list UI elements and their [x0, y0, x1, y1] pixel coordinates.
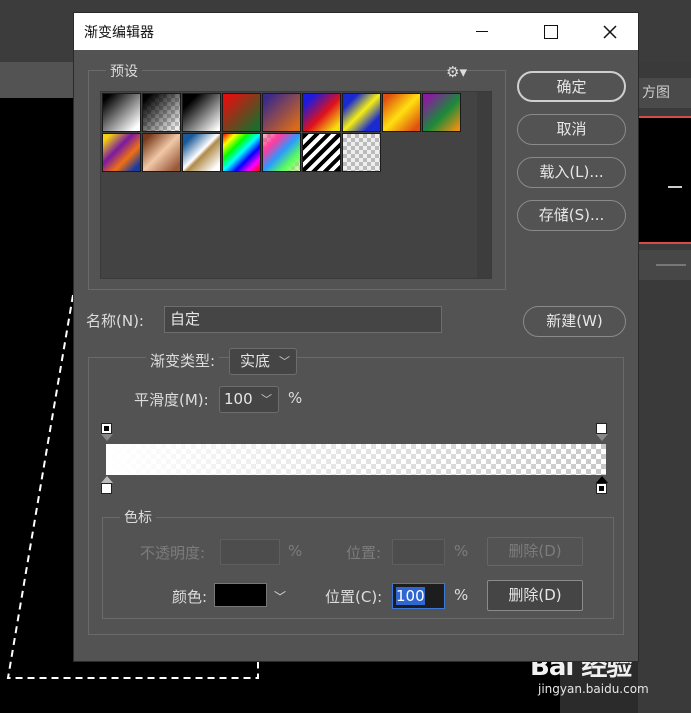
color-label: 颜色: [172, 588, 208, 606]
preset-swatch-yellow-violet-orange-blue[interactable] [102, 133, 141, 172]
dialog-title: 渐变编辑器 [84, 25, 154, 41]
color-stop-right-pointer [596, 476, 608, 483]
color-location-unit: % [454, 586, 469, 604]
color-location-value: 100 [396, 587, 425, 605]
load-button[interactable]: 载入(L)... [517, 157, 626, 188]
warning-icon [668, 178, 682, 188]
chevron-down-icon: ﹀ [261, 393, 272, 406]
opacity-label: 不透明度: [140, 544, 206, 562]
preset-swatch-transparent-stripes[interactable] [302, 133, 341, 172]
preset-swatch-grid [100, 91, 492, 279]
close-button[interactable] [582, 13, 638, 50]
opacity-stop-right[interactable] [596, 423, 607, 434]
smoothness-value: 100 [224, 390, 253, 408]
chevron-down-icon[interactable]: ﹀ [274, 588, 286, 605]
chevron-down-icon: ﹀ [279, 355, 290, 368]
titlebar[interactable]: 渐变编辑器 [74, 13, 638, 50]
panel-slider[interactable] [638, 250, 691, 280]
opacity-stop-left[interactable] [101, 423, 112, 434]
preset-swatch-orange-yellow-orange[interactable] [382, 93, 421, 132]
preset-swatch-red-green[interactable] [222, 93, 261, 132]
preset-swatch-blue-yellow-blue[interactable] [342, 93, 381, 132]
opacity-unit: % [288, 542, 303, 560]
panel-preview [638, 116, 691, 244]
color-location-field[interactable]: 100 [392, 583, 445, 609]
gear-icon[interactable]: ⚙▾ [446, 63, 467, 81]
color-location-label: 位置(C): [325, 588, 383, 606]
preset-swatch-transparent[interactable] [342, 133, 381, 172]
gradient-type-select[interactable]: 实底 ﹀ [229, 348, 297, 375]
panel-tab-histogram[interactable]: 方图 [638, 78, 691, 108]
opacity-location-field[interactable] [392, 539, 445, 565]
opacity-stop-left-pointer [101, 434, 113, 441]
color-stop-right[interactable] [596, 483, 607, 494]
watermark-url: jingyan.baidu.com [538, 682, 649, 696]
presets-label: 预设 [106, 61, 142, 81]
opacity-location-unit: % [454, 542, 469, 560]
smoothness-label: 平滑度(M): [134, 391, 209, 409]
smoothness-select[interactable]: 100 ﹀ [219, 386, 279, 413]
opacity-field[interactable] [220, 539, 280, 565]
opacity-stop-right-pointer [596, 434, 608, 441]
preset-swatch-black-white[interactable] [102, 93, 141, 132]
gradient-preview-bar[interactable] [106, 444, 606, 475]
preset-swatch-copper[interactable] [142, 133, 181, 172]
ok-button[interactable]: 确定 [517, 71, 626, 102]
close-icon [603, 25, 617, 39]
preset-swatch-black-transparent[interactable] [142, 93, 181, 132]
name-field[interactable]: 自定 [164, 306, 442, 333]
preset-swatch-black-white-2[interactable] [182, 93, 221, 132]
maximize-button[interactable] [522, 13, 578, 50]
color-stops-label: 色标 [120, 507, 156, 527]
preset-swatch-violet-orange[interactable] [262, 93, 301, 132]
opacity-delete-button[interactable]: 删除(D) [487, 537, 583, 566]
preset-swatch-chrome[interactable] [182, 133, 221, 172]
minimize-button[interactable] [454, 13, 510, 50]
name-label: 名称(N): [86, 312, 144, 330]
new-button[interactable]: 新建(W) [523, 306, 626, 337]
color-stop-left[interactable] [101, 483, 112, 494]
preset-swatch-transparent-rainbow[interactable] [262, 133, 301, 172]
cancel-button[interactable]: 取消 [517, 114, 626, 145]
gradient-type-value: 实底 [240, 352, 271, 370]
color-swatch[interactable] [214, 583, 267, 607]
color-stop-left-pointer [101, 476, 113, 483]
gradient-editor-dialog: 渐变编辑器 预设 ⚙▾ 确定 取消 载入(L)... 存储(S)... 名称(N… [73, 12, 639, 662]
save-button[interactable]: 存储(S)... [517, 200, 626, 231]
smoothness-unit: % [288, 389, 303, 407]
preset-scrollbar[interactable] [477, 92, 491, 278]
preset-swatch-blue-red-yellow[interactable] [302, 93, 341, 132]
right-panel: 方图 [638, 62, 691, 713]
gradient-type-label: 渐变类型: [146, 350, 220, 371]
preset-swatch-violet-green-orange[interactable] [422, 93, 461, 132]
preset-swatch-spectrum[interactable] [222, 133, 261, 172]
opacity-location-label: 位置: [346, 544, 382, 562]
color-delete-button[interactable]: 删除(D) [487, 580, 583, 611]
